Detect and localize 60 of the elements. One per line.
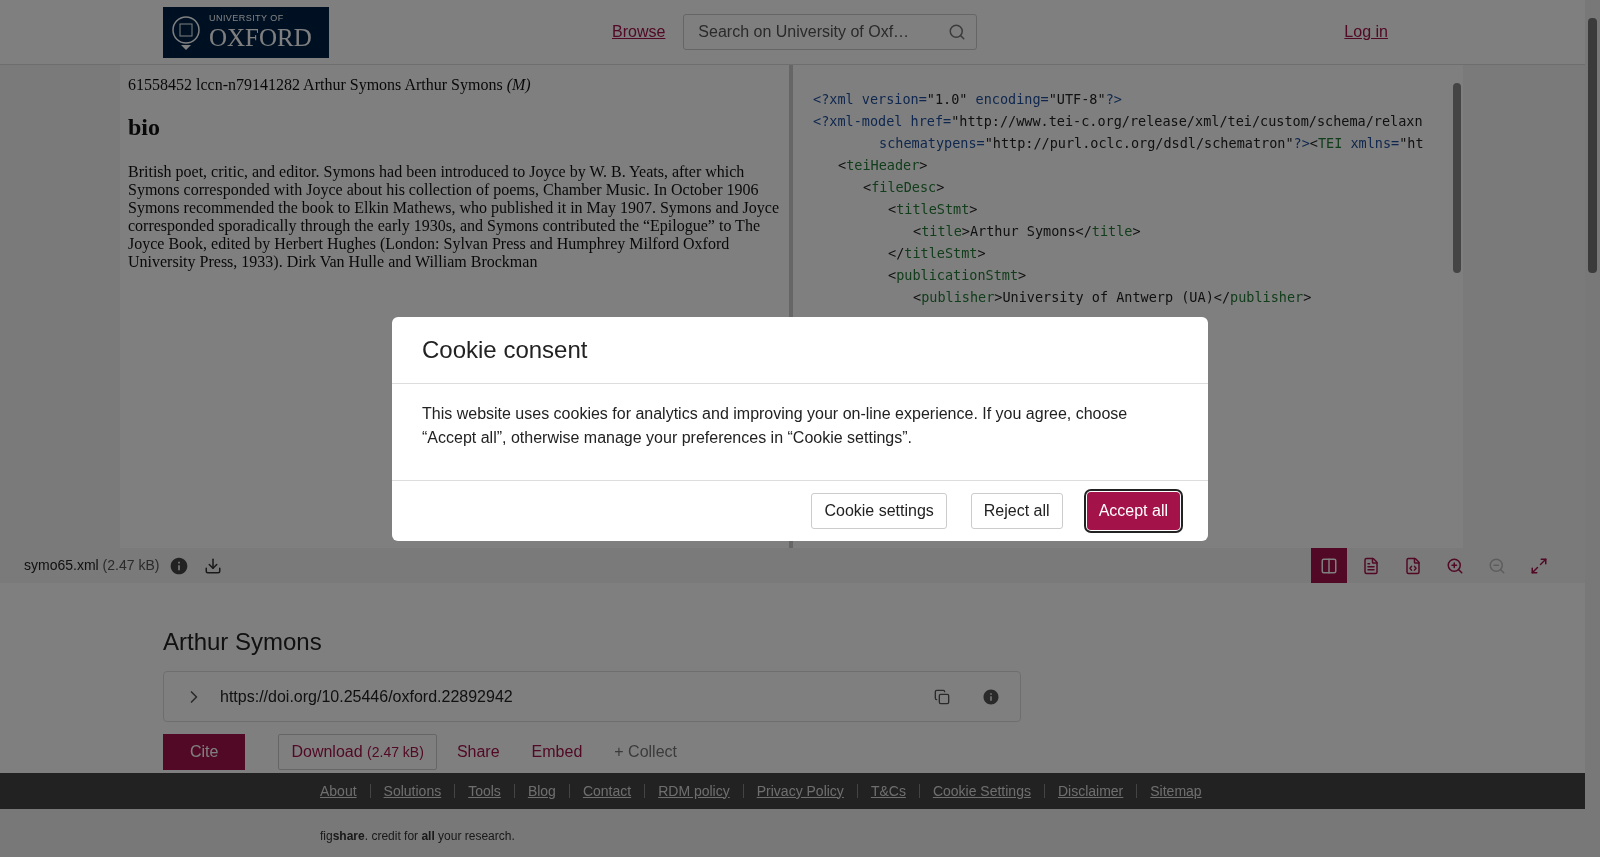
code-file-icon	[1404, 556, 1422, 575]
download-icon[interactable]	[204, 556, 223, 575]
cite-button[interactable]: Cite	[163, 734, 246, 770]
file-name: symo65.xml (2.47 kB)	[24, 556, 160, 575]
panel-scrollbar[interactable]	[1453, 83, 1461, 273]
footer-link[interactable]: Blog	[527, 780, 556, 802]
code-line: </titleStmt>	[888, 244, 986, 263]
code-line: <fileDesc>	[863, 178, 945, 197]
footer-link[interactable]: About	[320, 780, 357, 802]
page-scrollbar[interactable]	[1585, 0, 1600, 857]
code-line: <teiHeader>	[838, 156, 928, 175]
footer-link[interactable]: Contact	[582, 780, 632, 802]
code-line: schematypens="http://purl.oclc.org/dsdl/schematron"?><TEI xmlns="ht	[879, 134, 1424, 153]
search-icon[interactable]	[948, 23, 967, 41]
copy-icon[interactable]	[934, 688, 950, 705]
action-link[interactable]: Embed	[519, 734, 595, 770]
download-button[interactable]: Download (2.47 kB)	[278, 734, 437, 770]
dialog-text: This website uses cookies for analytics and improving your on-line experience. If you agree, choose “Accept all”, otherwise manage your preferences in “Cookie settings”.	[422, 404, 1129, 448]
view-button[interactable]	[1311, 548, 1347, 583]
item-title: Arthur Symons	[163, 628, 322, 656]
university-logo[interactable]: UNIVERSITY OF OXFORD	[163, 6, 329, 58]
footer-link[interactable]: Cookie Settings	[932, 780, 1031, 802]
code-line: <publisher>University of Antwerp (UA)</publisher>	[913, 288, 1312, 307]
zoom-out-icon	[1488, 556, 1506, 575]
modal-button[interactable]: Cookie settings	[811, 493, 947, 529]
logo-text: OXFORD	[209, 25, 312, 50]
collect-button[interactable]: + Collect	[602, 734, 689, 770]
document-icon	[1362, 556, 1380, 575]
code-line: <titleStmt>	[888, 200, 978, 219]
split-view-icon	[1320, 556, 1338, 575]
code-line: <?xml version="1.0" encoding="UTF-8"?>	[813, 90, 1122, 109]
info-icon[interactable]	[169, 555, 190, 576]
info-icon[interactable]	[982, 687, 1000, 706]
fullscreen-icon	[1530, 556, 1548, 575]
section-heading: bio	[128, 113, 160, 142]
zoom-in-icon	[1446, 556, 1464, 575]
footer-link[interactable]: Privacy Policy	[756, 780, 844, 802]
action-link[interactable]: Share	[444, 734, 512, 770]
code-line: <title>Arthur Symons</title>	[913, 222, 1141, 241]
search-input[interactable]: Search on University of Oxf…	[698, 20, 949, 44]
search-field[interactable]: Search on University of Oxf…	[683, 14, 978, 50]
dialog-title: Cookie consent	[422, 335, 588, 365]
record-heading: 61558452 lccn-n79141282 Arthur Symons Arthur Symons (M)	[128, 75, 532, 96]
browse-link[interactable]: Browse	[612, 20, 666, 44]
login-link[interactable]: Log in	[1344, 20, 1388, 44]
tagline: figshare. credit for all your research.	[320, 829, 515, 843]
footer-link[interactable]: Sitemap	[1150, 780, 1202, 802]
doi-link[interactable]: https://doi.org/10.25446/oxford.22892942	[220, 684, 513, 709]
footer-link[interactable]: Disclaimer	[1057, 780, 1124, 802]
code-line: <publicationStmt>	[888, 266, 1027, 285]
bio-paragraph: British poet, critic, and editor. Symons had been introduced to Joyce by W. B. Yeats, after which Symons corresponded with Joyce about his collection of poems, Chamber Music. In October 1906 Symons recommended the book to Elkin Mathews, who published it in May 1907. Symons and Joyce corresponded sporadically through the early 1930s, and Symons contributed the “Epilogue” to The Joyce Book, edited by Herbert Hughes (London: Sylvan Press and Humphrey Milford Oxford University Press, 1933). Dirk Van Hulle and William Brockman	[128, 163, 781, 271]
footer-link[interactable]: Tools	[468, 780, 501, 802]
footer-link[interactable]: T&Cs	[870, 780, 906, 802]
footer-link[interactable]: Solutions	[383, 780, 442, 802]
footer-link[interactable]: RDM policy	[658, 780, 730, 802]
crest-icon	[171, 13, 201, 51]
modal-button[interactable]: Reject all	[970, 493, 1063, 529]
accept-button[interactable]: Accept all	[1086, 492, 1180, 530]
logo-small-text: UNIVERSITY OF	[209, 14, 285, 23]
code-line: <?xml-model href="http://www.tei-c.org/release/xml/tei/custom/schema/relaxn	[813, 112, 1423, 131]
